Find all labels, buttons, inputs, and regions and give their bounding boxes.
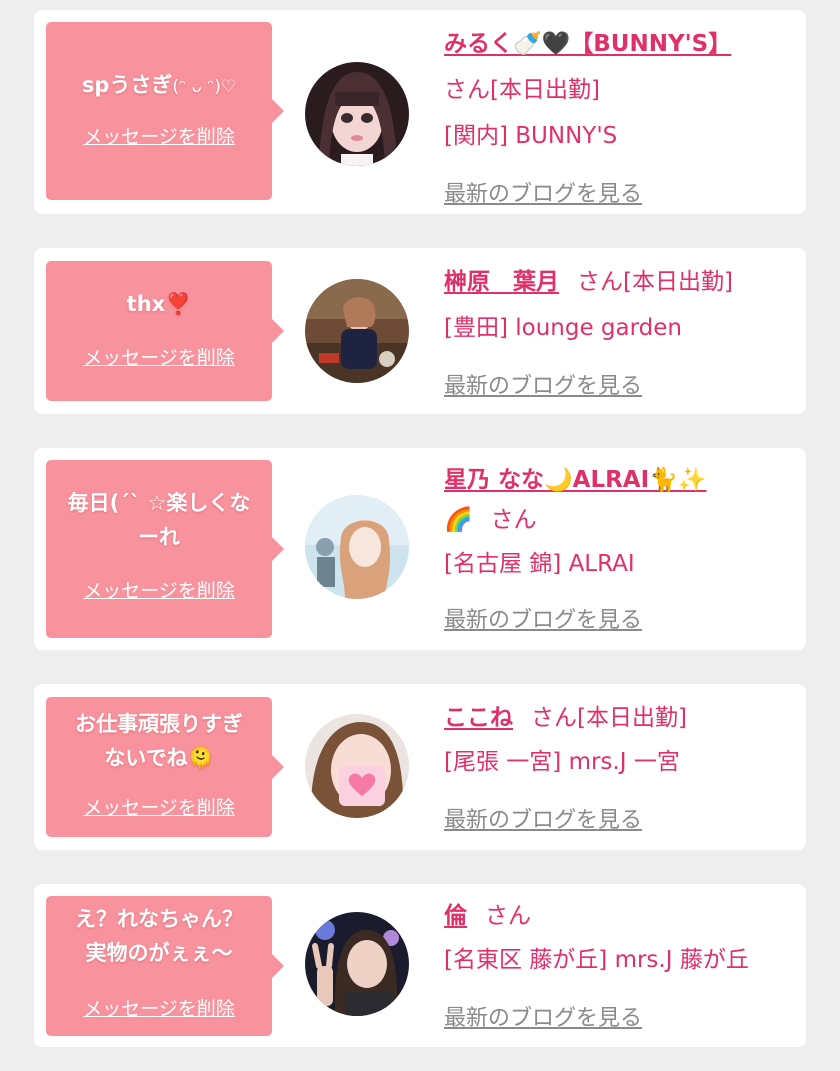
- message-card: spうさぎ(ᵔ ᴗ ᵔ)♡ メッセージを削除 みるく🍼🖤【BUNNY'S】 さん…: [34, 10, 806, 214]
- cast-name-link[interactable]: ここね: [444, 705, 513, 731]
- message-bubble: thx❣️ メッセージを削除: [46, 261, 284, 401]
- shop-label: [名東区 藤が丘] mrs.J 藤が丘: [444, 947, 749, 973]
- san-label: さん: [490, 507, 537, 533]
- san-label: さん: [444, 77, 490, 103]
- message-bubble: spうさぎ(ᵔ ᴗ ᵔ)♡ メッセージを削除: [46, 22, 284, 200]
- shop-label: [関内] BUNNY'S: [444, 123, 618, 149]
- message-text: spうさぎ(ᵔ ᴗ ᵔ)♡: [81, 73, 237, 97]
- cast-name-link[interactable]: 倫: [444, 903, 467, 929]
- san-label: さん: [531, 705, 577, 731]
- cast-name-link[interactable]: 榊原 葉月: [444, 269, 559, 295]
- latest-blog-link[interactable]: 最新のブログを見る: [444, 1000, 642, 1032]
- delete-message-link[interactable]: メッセージを削除: [46, 793, 272, 820]
- san-label: さん: [577, 269, 623, 295]
- message-text: 毎日(ˊˋ ☆楽しくな ーれ: [67, 491, 251, 549]
- latest-blog-link[interactable]: 最新のブログを見る: [444, 176, 642, 208]
- avatar[interactable]: [305, 495, 409, 599]
- message-list: spうさぎ(ᵔ ᴗ ᵔ)♡ メッセージを削除 みるく🍼🖤【BUNNY'S】 さん…: [0, 0, 840, 1047]
- cast-name-link[interactable]: 星乃 なな🌙ALRAI🐈✨: [444, 467, 706, 493]
- message-card: お仕事頑張りすぎ ないでね🫠 メッセージを削除 ここね さん[本日出勤] [尾張 …: [34, 684, 806, 850]
- cast-name-overflow: 🌈: [444, 507, 473, 533]
- message-text: thx❣️: [126, 292, 192, 316]
- message-card: 毎日(ˊˋ ☆楽しくな ーれ メッセージを削除 星乃 なな🌙ALRAI🐈✨ 🌈 さ…: [34, 448, 806, 650]
- delete-message-link[interactable]: メッセージを削除: [46, 122, 272, 149]
- delete-message-link[interactable]: メッセージを削除: [46, 576, 272, 603]
- delete-message-link[interactable]: メッセージを削除: [46, 343, 272, 370]
- latest-blog-link[interactable]: 最新のブログを見る: [444, 802, 642, 834]
- status-label: [本日出勤]: [490, 77, 600, 103]
- avatar[interactable]: [305, 62, 409, 166]
- message-bubble: え？れなちゃん？ 実物のがぇぇ〜 メッセージを削除: [46, 896, 284, 1036]
- message-card: え？れなちゃん？ 実物のがぇぇ〜 メッセージを削除 倫さん [名東区 藤が丘] …: [34, 884, 806, 1047]
- shop-label: [尾張 一宮] mrs.J 一宮: [444, 749, 680, 775]
- avatar[interactable]: [305, 912, 409, 1016]
- latest-blog-link[interactable]: 最新のブログを見る: [444, 602, 642, 634]
- delete-message-link[interactable]: メッセージを削除: [46, 994, 272, 1021]
- avatar[interactable]: [305, 279, 409, 383]
- latest-blog-link[interactable]: 最新のブログを見る: [444, 368, 642, 400]
- avatar[interactable]: [305, 714, 409, 818]
- status-label: [本日出勤]: [577, 705, 687, 731]
- status-label: [本日出勤]: [623, 269, 733, 295]
- message-text: お仕事頑張りすぎ ないでね🫠: [75, 712, 243, 770]
- message-card: thx❣️ メッセージを削除 榊原 葉月 さん[本日出勤] [豊田] lounge…: [34, 248, 806, 414]
- san-label: さん: [485, 903, 531, 929]
- message-text: え？れなちゃん？ 実物のがぇぇ〜: [75, 907, 243, 965]
- message-bubble: お仕事頑張りすぎ ないでね🫠 メッセージを削除: [46, 697, 284, 837]
- message-bubble: 毎日(ˊˋ ☆楽しくな ーれ メッセージを削除: [46, 460, 284, 638]
- shop-label: [豊田] lounge garden: [444, 315, 683, 341]
- cast-name-link[interactable]: みるく🍼🖤【BUNNY'S】: [444, 31, 731, 57]
- shop-label: [名古屋 錦] ALRAI: [444, 551, 635, 577]
